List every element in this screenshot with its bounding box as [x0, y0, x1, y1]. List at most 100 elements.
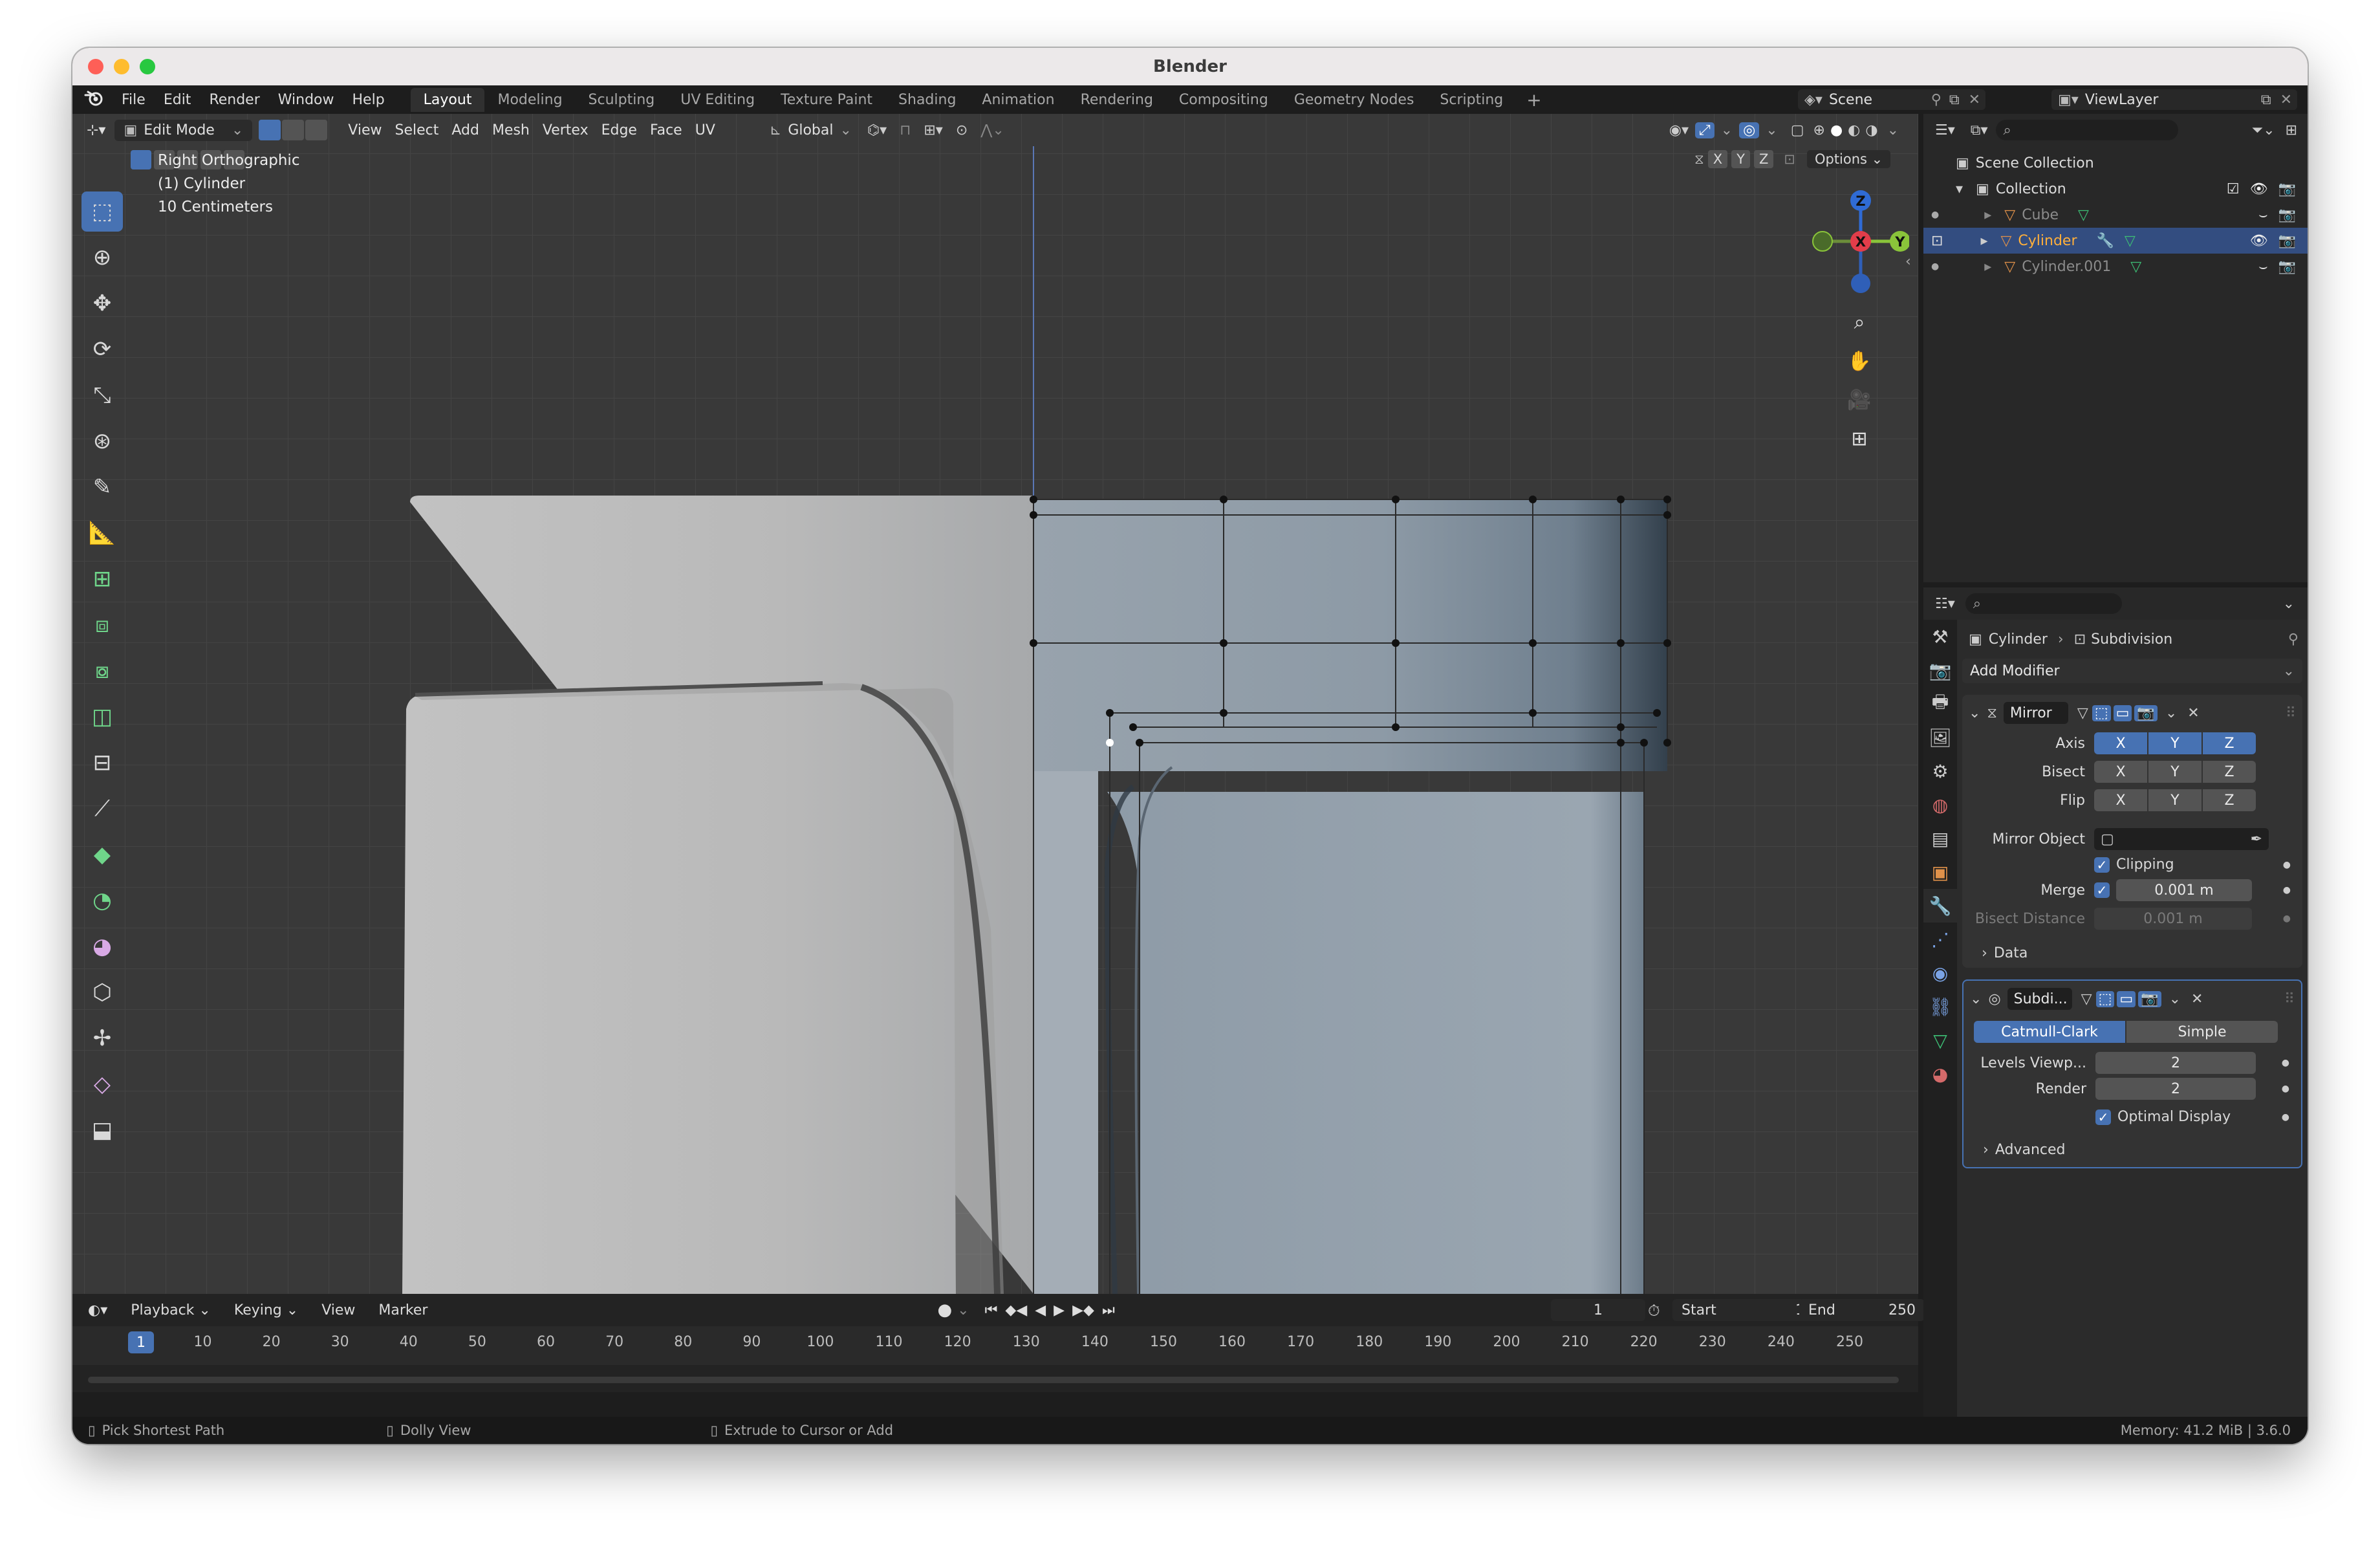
view-layer-tab-icon[interactable]: 🖼 [1923, 721, 1957, 754]
pin-icon[interactable]: ⚲ [1927, 92, 1945, 108]
merge-checkbox[interactable]: ✓ [2094, 882, 2110, 898]
properties-search-input[interactable]: ⌕ [1965, 593, 2122, 614]
pivot-icon[interactable]: ⌬▾ [861, 122, 893, 138]
tool-tab-icon[interactable]: ⚒ [1923, 620, 1957, 653]
xray-icon[interactable]: ▢ [1784, 122, 1811, 138]
world-tab-icon[interactable]: ◍ [1923, 788, 1957, 822]
measure-tool[interactable]: 📐 [81, 513, 123, 553]
tab-geometry-nodes[interactable]: Geometry Nodes [1281, 88, 1427, 112]
jump-keyframe-back-icon[interactable]: ◆◀ [1001, 1302, 1031, 1318]
tab-animation[interactable]: Animation [969, 88, 1067, 112]
clipping-checkbox[interactable]: ✓ [2094, 857, 2110, 873]
advanced-subpanel[interactable]: › Advanced [1970, 1142, 2295, 1158]
play-reverse-icon[interactable]: ◀ [1031, 1302, 1050, 1318]
particles-tab-icon[interactable]: ⋰ [1923, 923, 1957, 956]
perspective-grid-icon[interactable]: ⊞ [1843, 422, 1876, 455]
shading-solid-icon[interactable]: ● [1828, 122, 1845, 138]
eye-closed-icon[interactable]: ⌣ [2253, 259, 2273, 275]
remove-modifier-icon[interactable]: ✕ [2183, 705, 2203, 721]
flip-y-button[interactable]: Y [2148, 789, 2202, 811]
scale-tool[interactable]: ⤡ [81, 375, 123, 415]
tab-rendering[interactable]: Rendering [1068, 88, 1166, 112]
menu-view[interactable]: View [341, 120, 388, 141]
render-tab-icon[interactable]: 📷 [1923, 653, 1957, 687]
knife-tool[interactable]: ⟋ [81, 789, 123, 829]
menu-file[interactable]: File [113, 92, 155, 108]
play-icon[interactable]: ▶ [1050, 1302, 1068, 1318]
viewport-scene[interactable] [72, 114, 1918, 1294]
add-cube-tool[interactable]: ⊞ [81, 559, 123, 599]
scene-selector[interactable]: ◈▾ Scene ⚲ ⧉ ✕ [1798, 89, 1985, 110]
data-tab-icon[interactable]: ▽ [1923, 1023, 1957, 1057]
expand-arrow-icon[interactable]: ▸ [1943, 233, 1994, 249]
pin-icon[interactable]: ⚲ [2288, 631, 2302, 648]
record-icon[interactable]: ● [937, 1300, 952, 1320]
collapse-arrow-icon[interactable]: ⌄ [1970, 991, 1988, 1007]
rotate-tool[interactable]: ⟳ [81, 329, 123, 369]
new-collection-icon[interactable]: ⊞ [2280, 122, 2308, 138]
eye-icon[interactable]: 👁 [2245, 181, 2273, 197]
keyframe-dot-icon[interactable]: ● [2282, 1058, 2295, 1068]
menu-face[interactable]: Face [644, 120, 689, 141]
pan-hand-icon[interactable]: ✋ [1843, 344, 1876, 378]
transform-tool[interactable]: ⊛ [81, 421, 123, 461]
flip-z-button[interactable]: Z [2203, 789, 2256, 811]
view-layer-selector[interactable]: ▣▾ ViewLayer ⧉ ✕ [2051, 89, 2297, 110]
data-subpanel[interactable]: › Data [1969, 945, 2296, 961]
eye-icon[interactable]: 👁 [2245, 233, 2273, 249]
expand-arrow-icon[interactable]: ▾ [1923, 181, 1969, 197]
timeline-view-menu[interactable]: View [310, 1302, 367, 1318]
marker-menu[interactable]: Marker [367, 1302, 439, 1318]
loop-cut-tool[interactable]: ⊟ [81, 743, 123, 783]
chevron-down-icon[interactable]: ⌄ [2159, 705, 2183, 721]
annotate-tool[interactable]: ✎ [81, 467, 123, 507]
chevron-down-icon[interactable]: ⌄ [2163, 991, 2187, 1007]
bisect-z-button[interactable]: Z [2203, 761, 2256, 783]
outliner-item-cylinder-001[interactable]: ● ▸ ▽ Cylinder.001 ▽ ⌣ 📷 [1923, 254, 2308, 279]
face-select-mode-button[interactable] [305, 120, 328, 140]
jump-keyframe-forward-icon[interactable]: ▶◆ [1068, 1302, 1098, 1318]
edge-slide-tool[interactable]: ⬡ [81, 972, 123, 1012]
collection-checkbox[interactable]: ☑ [2222, 181, 2245, 197]
new-view-layer-icon[interactable]: ⧉ [2257, 92, 2275, 108]
tab-scripting[interactable]: Scripting [1427, 88, 1516, 112]
camera-view-icon[interactable]: 🎥 [1843, 383, 1876, 417]
eyedropper-icon[interactable]: ✒ [2251, 831, 2262, 847]
camera-icon[interactable]: 📷 [2273, 181, 2308, 197]
timeline-ruler[interactable]: 10 20 30 40 50 60 70 80 90 100 110 120 130 140 150 160 1… [72, 1326, 1918, 1365]
outliner-item-cylinder[interactable]: ⊡ ▸ ▽ Cylinder 🔧 ▽ 👁 📷 [1923, 228, 2308, 254]
tab-modeling[interactable]: Modeling [484, 88, 575, 112]
shading-material-icon[interactable]: ◐ [1845, 122, 1863, 138]
shear-tool[interactable]: ◇ [81, 1064, 123, 1104]
move-tool[interactable]: ✥ [81, 283, 123, 323]
gizmo-toggle-icon[interactable]: ⤢ [1695, 122, 1715, 138]
keyframe-dot-icon[interactable]: ● [2282, 1084, 2295, 1094]
playhead[interactable]: 1 [128, 1331, 154, 1353]
timeline-scrollbar[interactable] [88, 1377, 1899, 1383]
menu-add[interactable]: Add [445, 120, 486, 141]
filter-icon[interactable]: ⏷⌄ [2247, 122, 2280, 138]
menu-uv[interactable]: UV [689, 120, 722, 141]
keyframe-dot-icon[interactable]: ● [2283, 885, 2296, 895]
properties-editor-icon[interactable]: ☷▾ [1923, 596, 1965, 612]
outliner-item-cube[interactable]: ● ▸ ▽ Cube ▽ ⌣ 📷 [1923, 202, 2308, 228]
collapse-arrow-icon[interactable]: ⌄ [1969, 705, 1987, 721]
bevel-tool[interactable]: ◫ [81, 697, 123, 737]
new-scene-icon[interactable]: ⧉ [1945, 92, 1964, 108]
merge-distance-field[interactable]: 0.001 m [2116, 879, 2252, 901]
menu-edge[interactable]: Edge [595, 120, 644, 141]
expand-arrow-icon[interactable]: ▸ [1939, 207, 1998, 223]
drag-handle-icon[interactable]: ⠿ [2284, 991, 2295, 1007]
expand-arrow-icon[interactable]: ▸ [1939, 259, 1998, 275]
end-frame-field[interactable]: End 250 [1799, 1299, 1925, 1321]
scene-collection-row[interactable]: ▣ Scene Collection [1923, 150, 2308, 176]
tab-uv-editing[interactable]: UV Editing [667, 88, 768, 112]
object-tab-icon[interactable]: ▣ [1923, 855, 1957, 889]
jump-end-icon[interactable]: ⏭ [1098, 1302, 1119, 1318]
sidebar-toggle-chevron-icon[interactable]: ‹ [1905, 254, 1911, 270]
menu-window[interactable]: Window [269, 92, 343, 108]
viewport-toggle-icon[interactable]: ▭ [2117, 990, 2136, 1007]
levels-viewport-field[interactable]: 2 [2095, 1052, 2256, 1074]
edit-mode-toggle-icon[interactable]: ▽ [2072, 991, 2095, 1007]
blender-logo-icon[interactable] [72, 89, 113, 110]
